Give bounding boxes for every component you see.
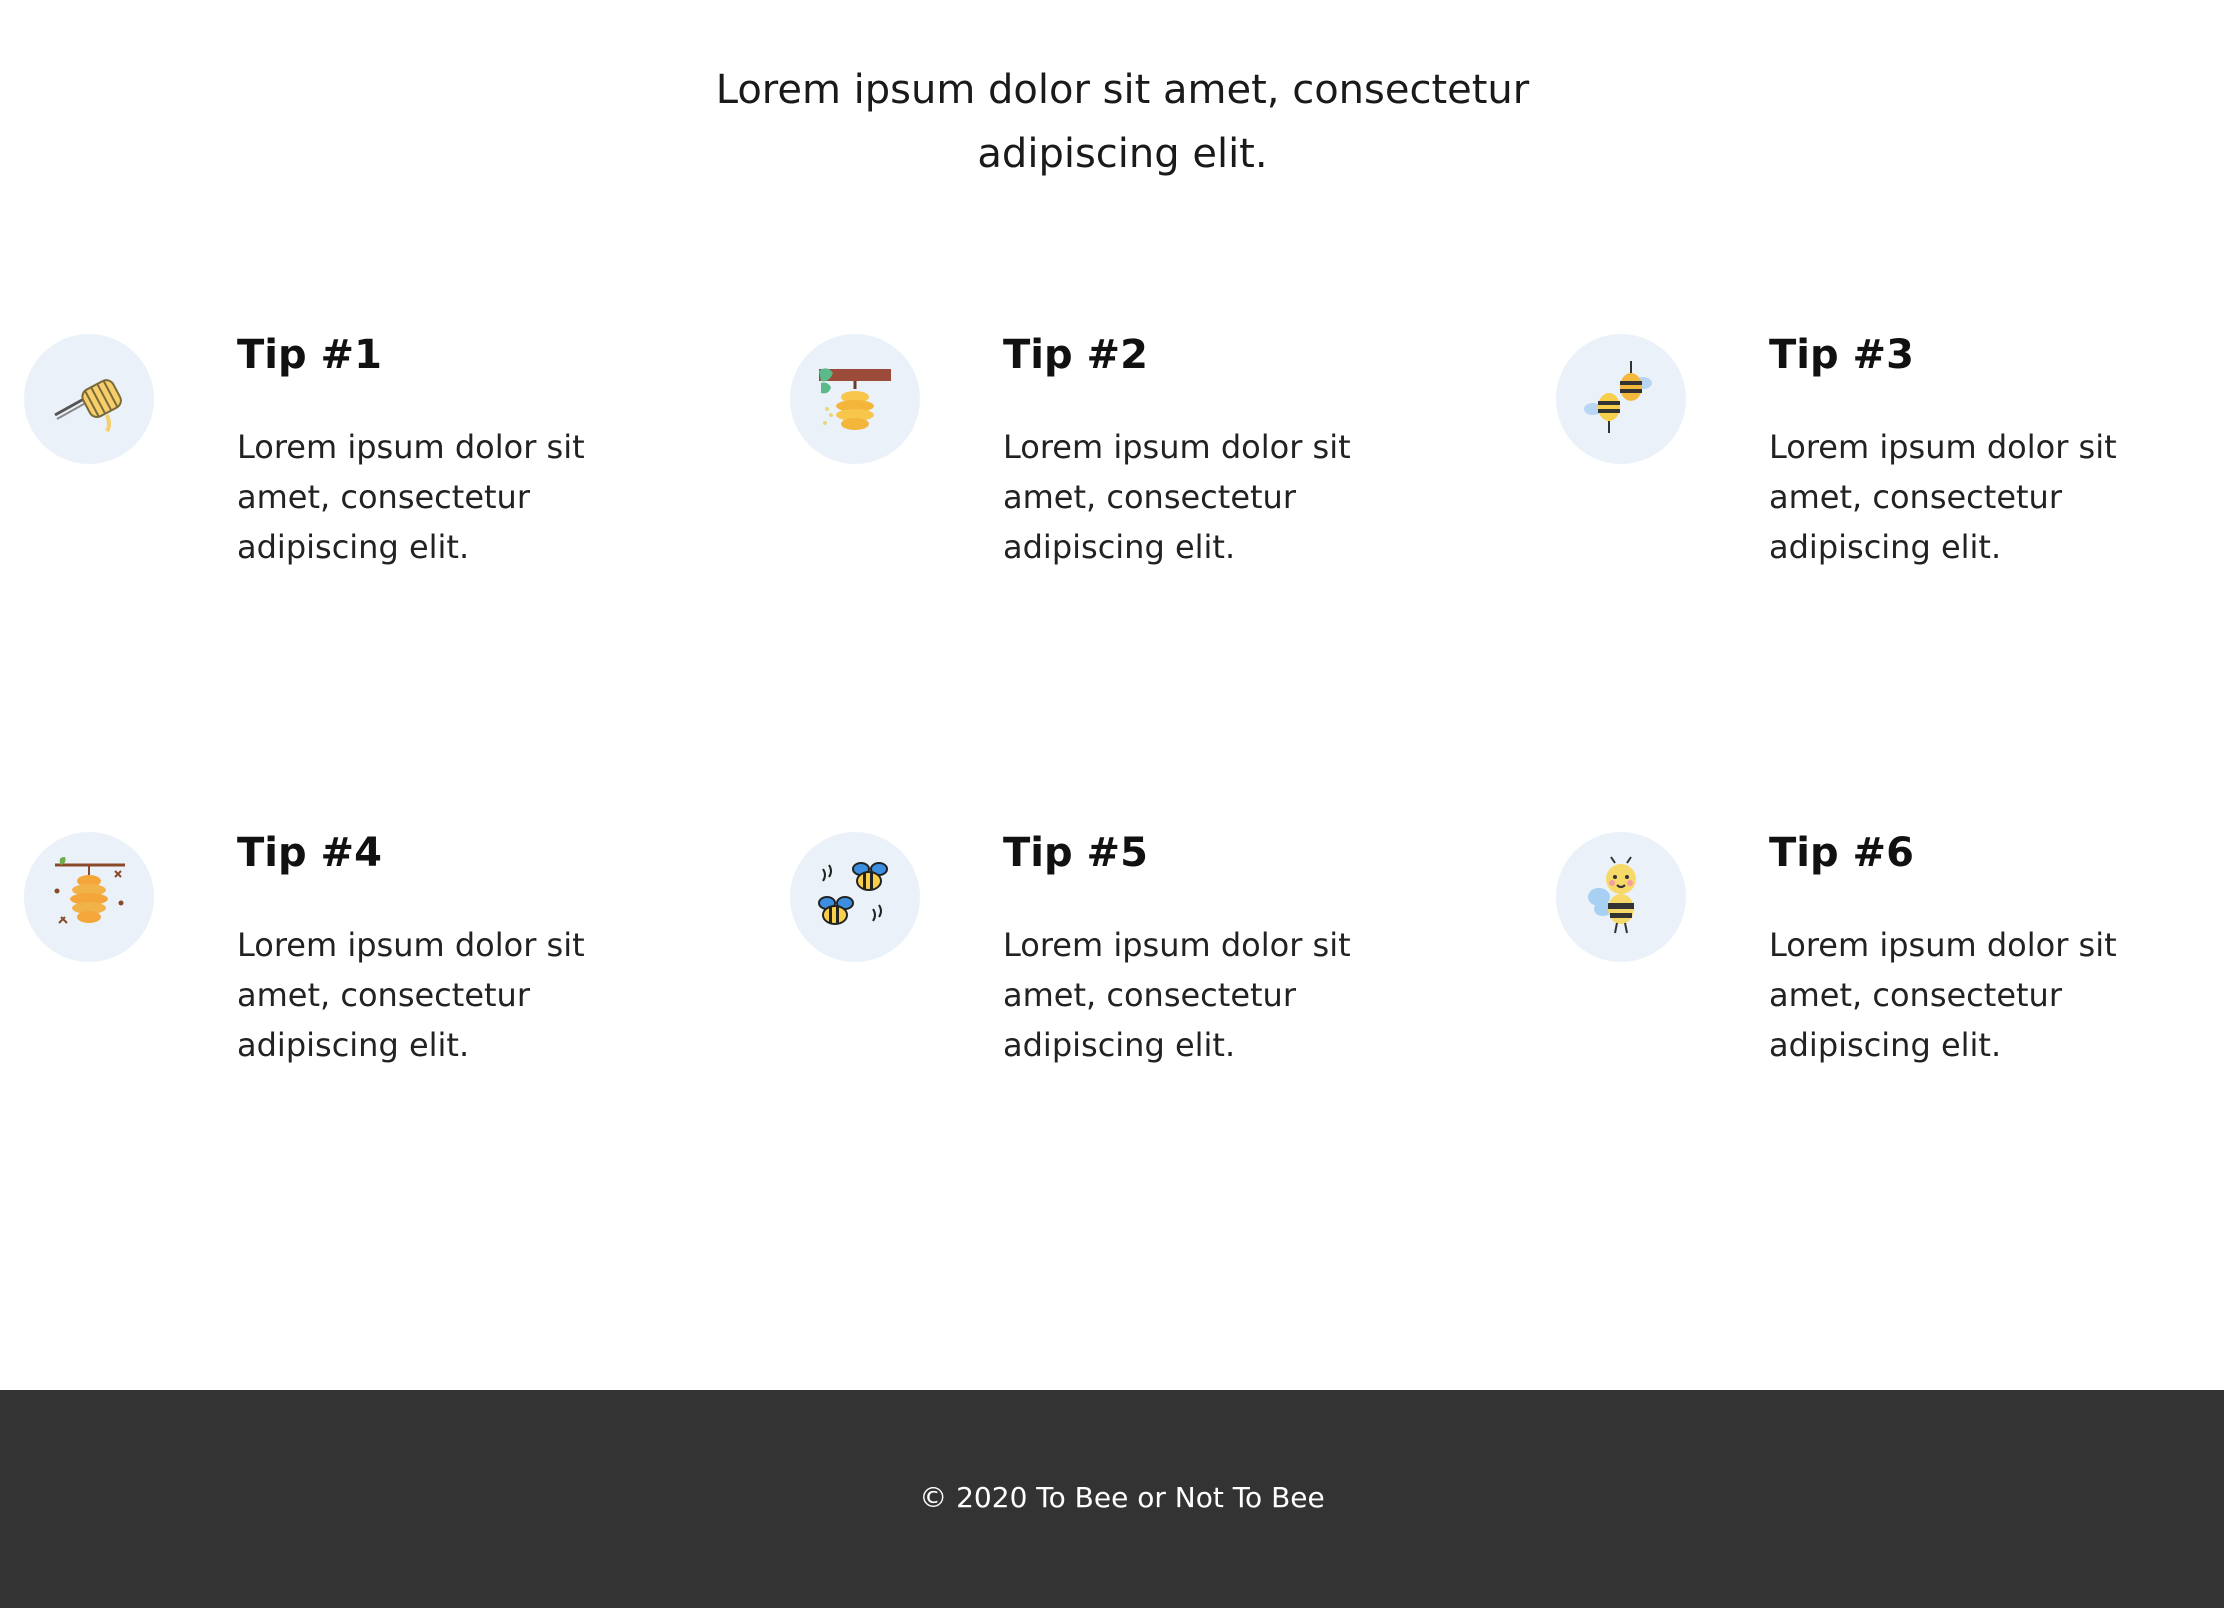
tip-title: Tip #3	[1769, 332, 1914, 378]
tip-text: Lorem ipsum dolor sit amet, consectetur …	[1003, 428, 1351, 566]
tip-title: Tip #2	[1003, 332, 1148, 378]
hanging-beehive-icon	[790, 334, 920, 464]
tip-title: Tip #1	[237, 332, 382, 378]
tip-card-2: Tip #2 Lorem ipsum dolor sit amet, conse…	[790, 332, 1510, 634]
tip-card-1: Tip #1 Lorem ipsum dolor sit amet, conse…	[24, 332, 744, 634]
tip-title: Tip #4	[237, 830, 382, 876]
tip-text: Lorem ipsum dolor sit amet, consectetur …	[1769, 926, 2117, 1064]
flying-bees-icon	[790, 832, 920, 962]
tip-text: Lorem ipsum dolor sit amet, consectetur …	[1769, 428, 2117, 566]
cute-bee-icon	[1556, 832, 1686, 962]
site-footer: © 2020 To Bee or Not To Bee	[0, 1390, 2224, 1608]
tip-card-4: Tip #4 Lorem ipsum dolor sit amet, conse…	[24, 830, 744, 1132]
tip-title: Tip #5	[1003, 830, 1148, 876]
tip-card-6: Tip #6 Lorem ipsum dolor sit amet, conse…	[1556, 830, 2224, 1132]
tip-text: Lorem ipsum dolor sit amet, consectetur …	[237, 428, 585, 566]
honey-dipper-icon	[24, 334, 154, 464]
tip-card-5: Tip #5 Lorem ipsum dolor sit amet, conse…	[790, 830, 1510, 1132]
intro-line-1: Lorem ipsum dolor sit amet, consectetur	[715, 67, 1530, 113]
footer-copyright: © 2020 To Bee or Not To Bee	[919, 1480, 1325, 1514]
tip-card-3: Tip #3 Lorem ipsum dolor sit amet, conse…	[1556, 332, 2224, 634]
beehive-branch-icon	[24, 832, 154, 962]
intro-line-2: adipiscing elit.	[977, 131, 1268, 177]
two-bees-icon	[1556, 334, 1686, 464]
intro-text: Lorem ipsum dolor sit amet, consectetur …	[0, 58, 2224, 186]
tip-title: Tip #6	[1769, 830, 1914, 876]
tip-text: Lorem ipsum dolor sit amet, consectetur …	[237, 926, 585, 1064]
tip-text: Lorem ipsum dolor sit amet, consectetur …	[1003, 926, 1351, 1064]
